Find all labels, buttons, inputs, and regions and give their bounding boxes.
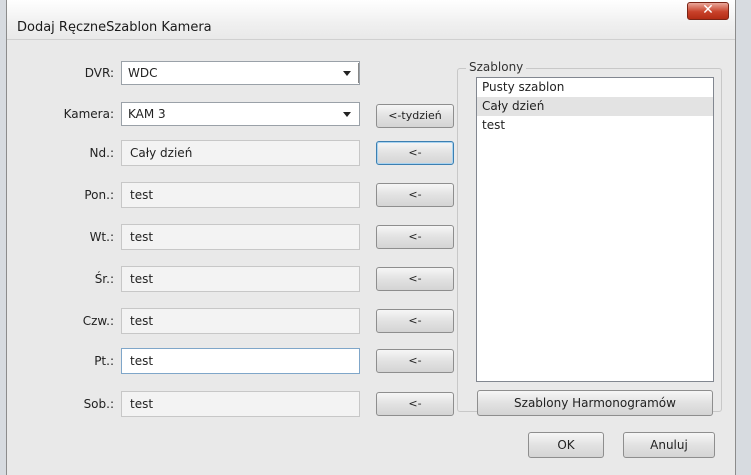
dvr-value: WDC xyxy=(128,66,158,80)
schedule-templates-button[interactable]: Szablony Harmonogramów xyxy=(477,390,713,416)
day-template-field[interactable]: test xyxy=(121,266,360,292)
day-label: Pon.: xyxy=(84,188,114,202)
day-template-field[interactable]: test xyxy=(121,348,360,374)
assign-template-button[interactable]: <- xyxy=(376,183,454,207)
assign-template-button[interactable]: <- xyxy=(376,225,454,249)
close-button[interactable]: ✕ xyxy=(687,2,729,20)
day-template-field[interactable]: test xyxy=(121,308,360,334)
templates-list[interactable]: Pusty szablon Cały dzień test xyxy=(476,77,714,382)
templates-title: Szablony xyxy=(466,60,527,74)
ok-button[interactable]: OK xyxy=(528,432,604,458)
day-label: Czw.: xyxy=(82,314,114,328)
assign-template-button[interactable]: <- xyxy=(376,267,454,291)
chevron-down-icon xyxy=(343,71,351,76)
title-bar[interactable]: Dodaj RęczneSzablon Kamera ✕ xyxy=(7,0,735,40)
close-icon: ✕ xyxy=(702,2,714,18)
camera-label: Kamera: xyxy=(63,107,114,121)
camera-select[interactable]: KAM 3 xyxy=(121,102,360,126)
day-label: Sob.: xyxy=(83,397,114,411)
dvr-select[interactable]: WDC xyxy=(121,61,360,85)
dvr-label: DVR: xyxy=(84,66,114,80)
background-right xyxy=(736,0,751,475)
day-template-field[interactable]: test xyxy=(121,224,360,250)
assign-template-button[interactable]: <- xyxy=(376,309,454,333)
chevron-down-icon xyxy=(343,112,351,117)
assign-template-button[interactable]: <- xyxy=(376,349,454,373)
day-template-field[interactable]: test xyxy=(121,391,360,417)
day-label: Nd.: xyxy=(89,146,114,160)
camera-value: KAM 3 xyxy=(128,107,166,121)
template-list-item[interactable]: Cały dzień xyxy=(477,97,713,116)
cancel-button[interactable]: Anuluj xyxy=(623,432,715,458)
window-title: Dodaj RęczneSzablon Kamera xyxy=(17,20,212,35)
copy-week-button[interactable]: <-tydzień xyxy=(376,104,454,128)
day-label: Wt.: xyxy=(89,230,114,244)
day-template-field[interactable]: test xyxy=(121,182,360,208)
day-template-field[interactable]: Cały dzień xyxy=(121,140,360,166)
template-list-item[interactable]: Pusty szablon xyxy=(477,78,713,97)
assign-template-button[interactable]: <- xyxy=(376,141,454,165)
template-list-item[interactable]: test xyxy=(477,116,713,135)
day-label: Śr.: xyxy=(94,272,114,286)
assign-template-button[interactable]: <- xyxy=(376,392,454,416)
day-label: Pt.: xyxy=(94,354,114,368)
